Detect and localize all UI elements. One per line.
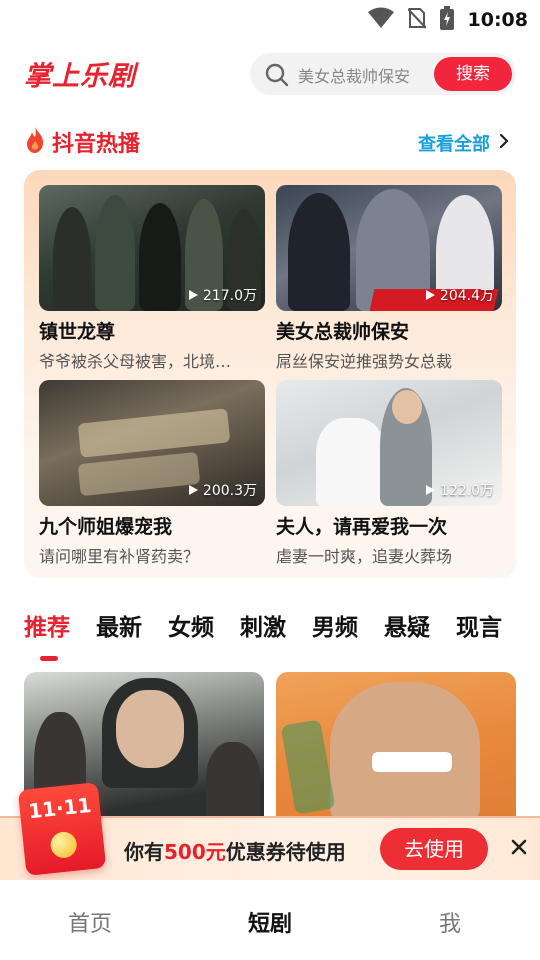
app-logo: 掌上乐剧 bbox=[24, 61, 136, 92]
view-count: 217.0万 bbox=[187, 285, 257, 305]
no-sim-icon bbox=[406, 7, 427, 33]
view-count: 204.4万 bbox=[424, 285, 494, 305]
hot-drama-card[interactable]: 204.4万 美女总裁帅保安 屌丝保安逆推强势女总裁 bbox=[276, 185, 502, 372]
drama-description: 虐妻一时爽，追妻火葬场 bbox=[276, 547, 453, 566]
tab-suspense[interactable]: 悬疑 bbox=[384, 608, 430, 642]
view-count: 200.3万 bbox=[187, 480, 257, 500]
status-bar: 10:08 bbox=[0, 0, 540, 38]
drama-thumbnail[interactable]: 204.4万 bbox=[276, 185, 502, 311]
nav-short-drama[interactable]: 短剧 bbox=[210, 906, 330, 938]
drama-grid-card[interactable] bbox=[276, 672, 516, 822]
nav-home[interactable]: 首页 bbox=[30, 906, 150, 938]
drama-description: 爷爷被杀父母被害，北境… bbox=[39, 352, 232, 371]
drama-title: 九个师姐爆宠我 bbox=[39, 516, 173, 538]
tab-modern-romance[interactable]: 现言 bbox=[456, 608, 502, 642]
badge-text: 11·11 bbox=[27, 792, 93, 824]
hot-section-header: 抖音热播 查看全部 bbox=[24, 124, 516, 160]
flame-icon bbox=[24, 126, 46, 158]
close-icon[interactable] bbox=[510, 838, 528, 860]
drama-title: 镇世龙尊 bbox=[39, 321, 116, 343]
use-coupon-button[interactable]: 去使用 bbox=[380, 828, 488, 870]
drama-description: 屌丝保安逆推强势女总裁 bbox=[276, 352, 453, 371]
bottom-navigation: 首页 短剧 我 bbox=[0, 880, 540, 960]
hot-drama-card[interactable]: 122.0万 夫人，请再爱我一次 虐妻一时爽，追妻火葬场 bbox=[276, 380, 502, 567]
search-input[interactable]: 美女总裁帅保安 bbox=[298, 63, 410, 87]
wifi-icon bbox=[367, 7, 394, 33]
coupon-message: 你有500元优惠券待使用 bbox=[124, 840, 346, 864]
nav-me[interactable]: 我 bbox=[390, 906, 510, 938]
search-button[interactable]: 搜索 bbox=[434, 57, 512, 91]
tab-recommend[interactable]: 推荐 bbox=[24, 608, 70, 642]
gold-coin-icon bbox=[49, 830, 78, 860]
app-header: 掌上乐剧 美女总裁帅保安 搜索 bbox=[0, 50, 540, 100]
drama-title: 美女总裁帅保安 bbox=[276, 321, 410, 343]
chevron-right-icon[interactable] bbox=[498, 132, 510, 154]
coupon-amount: 500元 bbox=[164, 840, 226, 864]
battery-charging-icon bbox=[439, 6, 454, 34]
drama-thumbnail[interactable]: 217.0万 bbox=[39, 185, 265, 311]
play-icon bbox=[188, 485, 198, 495]
search-icon bbox=[264, 62, 290, 92]
category-tabs: 推荐 最新 女频 刺激 男频 悬疑 现言 bbox=[24, 608, 540, 668]
drama-thumbnail[interactable]: 200.3万 bbox=[39, 380, 265, 506]
play-icon bbox=[188, 290, 198, 300]
view-all-link[interactable]: 查看全部 bbox=[418, 130, 490, 156]
tab-male[interactable]: 男频 bbox=[312, 608, 358, 642]
drama-thumbnail[interactable]: 122.0万 bbox=[276, 380, 502, 506]
drama-description: 请问哪里有补肾药卖？ bbox=[39, 547, 200, 566]
tab-thrill[interactable]: 刺激 bbox=[240, 608, 286, 642]
view-count: 122.0万 bbox=[424, 480, 494, 500]
tab-latest[interactable]: 最新 bbox=[96, 608, 142, 642]
double-eleven-badge: 11·11 bbox=[17, 782, 107, 876]
search-bar[interactable]: 美女总裁帅保安 搜索 bbox=[250, 53, 516, 95]
tab-female[interactable]: 女频 bbox=[168, 608, 214, 642]
play-icon bbox=[425, 485, 435, 495]
drama-title: 夫人，请再爱我一次 bbox=[276, 516, 448, 538]
hot-drama-card[interactable]: 217.0万 镇世龙尊 爷爷被杀父母被害，北境… bbox=[39, 185, 265, 372]
play-icon bbox=[425, 290, 435, 300]
clock: 10:08 bbox=[467, 9, 528, 31]
active-tab-indicator bbox=[40, 656, 58, 661]
hot-section-title: 抖音热播 bbox=[52, 132, 141, 157]
hot-drama-panel: 217.0万 镇世龙尊 爷爷被杀父母被害，北境… 204.4万 美女总裁帅保安 … bbox=[24, 170, 516, 578]
hot-drama-card[interactable]: 200.3万 九个师姐爆宠我 请问哪里有补肾药卖？ bbox=[39, 380, 265, 567]
coupon-banner[interactable]: 11·11 你有500元优惠券待使用 去使用 bbox=[0, 782, 540, 880]
